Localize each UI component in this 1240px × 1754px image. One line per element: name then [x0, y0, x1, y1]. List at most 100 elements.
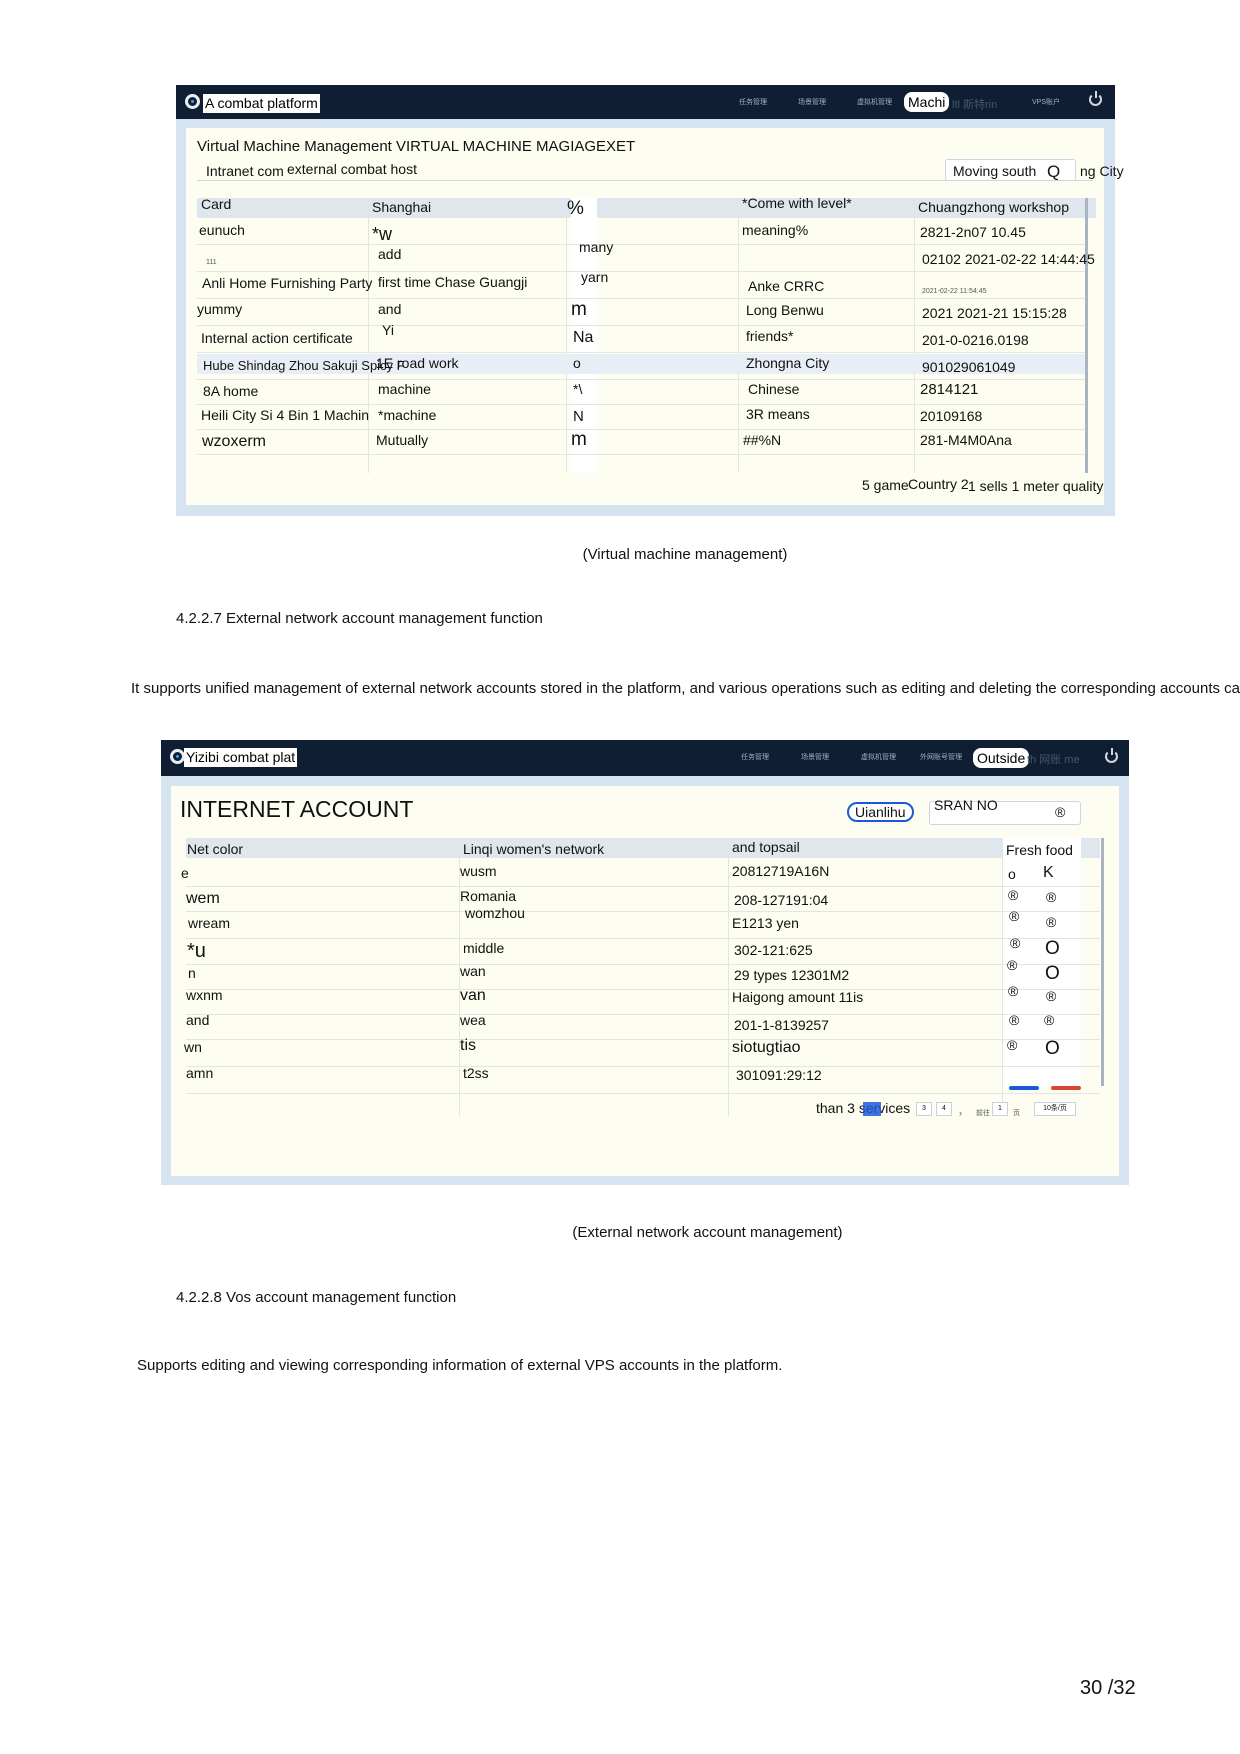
nav-item-scenes[interactable]: 场景管理 — [801, 752, 829, 762]
table-cell: Na — [573, 329, 594, 346]
page-button[interactable]: 4 — [936, 1102, 952, 1116]
delete-icon[interactable]: O — [1045, 938, 1060, 959]
table-cell: *w — [372, 224, 393, 244]
section-heading-4227: 4.2.2.7 External network account managem… — [176, 610, 543, 627]
table-cell: 201-0-0216.0198 — [922, 332, 1029, 348]
pagination-total: 5 game — [862, 477, 909, 493]
add-account-button[interactable]: Uianlihu — [847, 802, 914, 822]
table-cell: Internal action certificate — [201, 330, 353, 346]
row-divider — [197, 429, 1085, 430]
table-cell: m — [571, 299, 587, 320]
pagination-size[interactable]: 1 sells 1 meter quality — [968, 478, 1103, 495]
table-cell: wzoxerm — [202, 433, 267, 450]
table-cell: first time Chase Guangji — [378, 274, 528, 290]
table-cell: 1E road work — [376, 355, 459, 371]
tab-external-host[interactable]: external combat host — [287, 161, 417, 178]
row-divider — [197, 271, 1085, 272]
table-cell: siotugtiao — [732, 1039, 801, 1056]
edit-icon[interactable]: ® — [1007, 957, 1017, 974]
goto-label: 前往 — [976, 1110, 990, 1117]
table-cell: middle — [463, 940, 505, 956]
table-cell: 302-121:625 — [734, 942, 813, 958]
platform-brand: Yizibi combat plat — [184, 748, 298, 767]
nav-item-vm[interactable]: 虚拟机管理 — [861, 752, 896, 762]
col-header-1: Net color — [187, 841, 244, 857]
table-scrollbar[interactable] — [1085, 198, 1088, 473]
nav-item-tasks[interactable]: 任务管理 — [739, 97, 767, 107]
nav-item-machine-active[interactable]: Machi — [904, 92, 950, 112]
edit-icon[interactable]: ® — [1008, 887, 1018, 904]
search-icon[interactable]: ® — [1055, 804, 1065, 821]
table-cell: Anke CRRC — [748, 278, 825, 294]
figure-caption-1: (Virtual machine management) — [582, 546, 788, 563]
nav-item-vm[interactable]: 虚拟机管理 — [857, 97, 892, 107]
figure-caption-2: (External network account management) — [572, 1224, 843, 1241]
pagination: than 3 services 3 4 › 前往 1 页 10条/页 — [816, 1100, 1076, 1118]
nav-item-scenes[interactable]: 场景管理 — [798, 97, 826, 107]
row-divider — [186, 938, 1100, 939]
nav-item-accounts[interactable]: 外网账号管理 — [920, 752, 962, 762]
edit-icon[interactable]: ® — [1008, 983, 1018, 1000]
table-cell: wusm — [460, 863, 497, 879]
page-title: Virtual Machine Management VIRTUAL MACHI… — [197, 138, 636, 155]
table-cell: Romania — [460, 888, 517, 904]
search-tail-text: ng City — [1080, 163, 1124, 179]
row-divider — [186, 1039, 1100, 1040]
table-cell: and — [186, 1012, 210, 1028]
table-cell: 20109168 — [920, 408, 983, 424]
delete-icon[interactable]: O — [1045, 1038, 1060, 1059]
current-page-highlight[interactable] — [863, 1102, 881, 1116]
table-cell: wem — [186, 890, 220, 907]
goto-input[interactable]: 1 — [992, 1102, 1008, 1116]
vm-management-screenshot: A combat platform 任务管理 场景管理 虚拟机管理 Machi … — [176, 85, 1124, 516]
cancel-button-edge[interactable] — [1051, 1086, 1081, 1090]
action-icon[interactable]: o — [1008, 866, 1016, 883]
table-cell: wan — [460, 963, 486, 979]
tab-intranet[interactable]: Intranet com — [206, 163, 284, 180]
table-cell: and — [378, 301, 402, 317]
table-scrollbar[interactable] — [1101, 838, 1104, 1086]
next-page-icon[interactable]: › — [959, 1105, 962, 1122]
delete-icon[interactable]: ® — [1046, 988, 1056, 1005]
row-divider — [197, 404, 1085, 405]
section-body-4227: It supports unified management of extern… — [131, 680, 1240, 697]
table-cell: 111 — [206, 259, 217, 266]
table-cell: 2021-02-22 11:54:45 — [922, 288, 987, 295]
col-divider — [738, 198, 739, 473]
row-divider — [197, 379, 1085, 380]
power-icon[interactable] — [1105, 748, 1118, 763]
search-label: SRAN NO — [934, 797, 998, 813]
nav-item-vps[interactable]: VPS账户 — [1032, 97, 1060, 107]
delete-icon[interactable]: ® — [1044, 1012, 1054, 1029]
col-header-3: and topsail — [732, 839, 800, 855]
table-cell: e — [181, 865, 189, 881]
edit-icon[interactable]: ® — [1007, 1037, 1017, 1054]
table-cell: friends* — [746, 328, 794, 344]
action-icon[interactable]: K — [1043, 864, 1054, 881]
table-cell: m — [571, 429, 587, 450]
delete-icon[interactable]: O — [1045, 963, 1060, 984]
pagination-pages[interactable]: Country 2 — [908, 476, 969, 493]
table-cell: many — [579, 239, 614, 255]
page-unit: 页 — [1013, 1110, 1020, 1117]
nav-item-outside-active[interactable]: Outside — [973, 748, 1030, 768]
power-icon[interactable] — [1089, 91, 1102, 106]
table-cell: 2814121 — [920, 381, 979, 398]
edit-icon[interactable]: ® — [1009, 908, 1019, 925]
table-cell: N — [573, 408, 584, 425]
table-cell: o — [573, 355, 581, 371]
search-icon[interactable]: Q — [1047, 163, 1060, 180]
nav-item-tasks[interactable]: 任务管理 — [741, 752, 769, 762]
page-button[interactable]: 3 — [916, 1102, 932, 1116]
page-size-select[interactable]: 10条/页 — [1034, 1102, 1076, 1116]
row-divider — [186, 1014, 1100, 1015]
table-cell: meaning% — [742, 222, 809, 238]
edit-icon[interactable]: ® — [1010, 935, 1020, 952]
delete-icon[interactable]: ® — [1046, 889, 1056, 906]
row-divider — [197, 352, 1085, 353]
table-cell: *\ — [573, 381, 583, 397]
table-cell: E1213 yen — [732, 915, 799, 931]
confirm-button-edge[interactable] — [1009, 1086, 1039, 1090]
edit-icon[interactable]: ® — [1009, 1012, 1019, 1029]
delete-icon[interactable]: ® — [1046, 914, 1056, 931]
